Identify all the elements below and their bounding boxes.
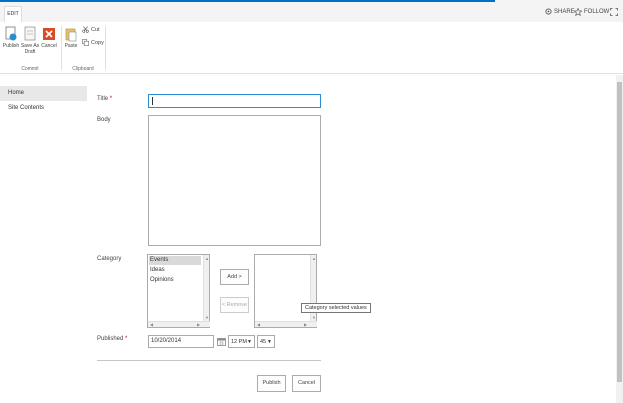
body-field-label: Body bbox=[97, 117, 111, 123]
cancel-button[interactable]: Cancel bbox=[292, 375, 321, 392]
paste-label: Paste bbox=[64, 43, 78, 49]
copy-button[interactable]: Copy bbox=[82, 39, 104, 46]
scroll-down-icon[interactable]: ▼ bbox=[312, 315, 316, 320]
publish-label: Publish bbox=[2, 43, 20, 49]
publish-icon bbox=[5, 26, 17, 41]
paste-icon bbox=[65, 28, 77, 42]
save-as-draft-button[interactable]: Save As Draft bbox=[20, 26, 40, 55]
ribbon-separator bbox=[61, 26, 62, 70]
cut-button[interactable]: Cut bbox=[82, 26, 100, 33]
follow-label: FOLLOW bbox=[584, 9, 610, 15]
left-navigation: Home Site Contents bbox=[0, 86, 87, 116]
category-field-label: Category bbox=[97, 256, 122, 262]
scroll-down-icon[interactable]: ▼ bbox=[205, 315, 209, 320]
scroll-up-icon[interactable]: ▲ bbox=[205, 256, 209, 261]
follow-button[interactable]: FOLLOW bbox=[574, 8, 609, 16]
required-mark: * bbox=[109, 96, 113, 102]
scroll-right-icon[interactable]: ▶ bbox=[304, 322, 307, 327]
required-mark: * bbox=[125, 336, 128, 342]
scroll-left-icon[interactable]: ◀ bbox=[150, 322, 153, 327]
share-label: SHARE bbox=[554, 8, 575, 15]
tooltip: Category selected values bbox=[301, 303, 371, 313]
vertical-scrollbar[interactable]: ▲ ▼ bbox=[203, 255, 209, 321]
ribbon-tab-bar bbox=[0, 0, 623, 22]
chevron-down-icon: ▼ bbox=[267, 339, 272, 345]
horizontal-scrollbar[interactable]: ◀ ▶ bbox=[255, 321, 317, 327]
title-input[interactable] bbox=[148, 94, 321, 108]
publish-button[interactable]: Publish bbox=[257, 375, 286, 392]
add-category-button[interactable]: Add > bbox=[220, 269, 249, 285]
calendar-icon[interactable] bbox=[217, 337, 226, 346]
chevron-down-icon: ▼ bbox=[247, 339, 252, 345]
scroll-up-icon[interactable]: ▲ bbox=[312, 256, 316, 261]
body-textarea[interactable] bbox=[148, 115, 321, 246]
horizontal-scrollbar[interactable]: ◀ ▶ bbox=[148, 321, 210, 327]
cancel-icon bbox=[43, 28, 55, 40]
hour-value: 12 PM bbox=[231, 339, 247, 345]
publish-ribbon-button[interactable]: Publish bbox=[2, 26, 20, 49]
hour-select[interactable]: 12 PM ▼ bbox=[228, 335, 255, 348]
focus-on-content-button[interactable] bbox=[610, 8, 618, 16]
scroll-left-icon[interactable]: ◀ bbox=[257, 322, 260, 327]
fullscreen-icon bbox=[610, 8, 618, 16]
title-label-text: Title bbox=[97, 96, 109, 102]
copy-icon bbox=[82, 39, 89, 46]
nav-item-site-contents[interactable]: Site Contents bbox=[0, 101, 87, 116]
copy-label: Copy bbox=[91, 39, 104, 46]
tab-edit[interactable]: EDIT bbox=[4, 6, 22, 22]
paste-button[interactable]: Paste bbox=[63, 26, 79, 49]
remove-category-button[interactable]: < Remove bbox=[220, 297, 249, 313]
top-accent-line bbox=[0, 0, 495, 2]
cut-label: Cut bbox=[91, 26, 100, 33]
date-input[interactable]: 10/20/2014 bbox=[148, 335, 214, 348]
share-button[interactable]: SHARE bbox=[545, 8, 575, 15]
title-field-label: Title * bbox=[97, 96, 112, 102]
list-item[interactable]: Events bbox=[149, 256, 201, 265]
ribbon: Publish Save As Draft Cancel Commit Past… bbox=[0, 22, 623, 74]
group-label-commit: Commit bbox=[21, 66, 39, 72]
scissors-icon bbox=[82, 26, 89, 33]
nav-item-home[interactable]: Home bbox=[0, 86, 87, 101]
group-label-clipboard: Clipboard bbox=[72, 66, 94, 72]
list-item[interactable]: Opinions bbox=[149, 276, 201, 285]
published-field-label: Published * bbox=[97, 336, 127, 342]
cancel-label: Cancel bbox=[41, 43, 57, 49]
cancel-ribbon-button[interactable]: Cancel bbox=[41, 26, 57, 49]
text-cursor bbox=[152, 97, 153, 105]
list-item[interactable]: Ideas bbox=[149, 266, 201, 275]
star-icon bbox=[574, 8, 582, 16]
category-available-list[interactable]: Events Ideas Opinions ▲ ▼ ◀ ▶ bbox=[147, 254, 210, 328]
scroll-right-icon[interactable]: ▶ bbox=[197, 322, 200, 327]
save-draft-icon bbox=[24, 26, 36, 41]
category-selected-list[interactable]: ▲ ▼ ◀ ▶ bbox=[254, 254, 317, 328]
published-label-text: Published bbox=[97, 336, 124, 342]
ribbon-separator bbox=[105, 26, 106, 70]
save-as-label-2: Draft bbox=[24, 49, 36, 55]
share-icon bbox=[545, 8, 552, 15]
minute-value: 45 bbox=[260, 339, 267, 345]
form-divider bbox=[97, 360, 321, 361]
page-scrollbar-thumb[interactable] bbox=[617, 82, 622, 382]
minute-select[interactable]: 45 ▼ bbox=[257, 335, 275, 348]
